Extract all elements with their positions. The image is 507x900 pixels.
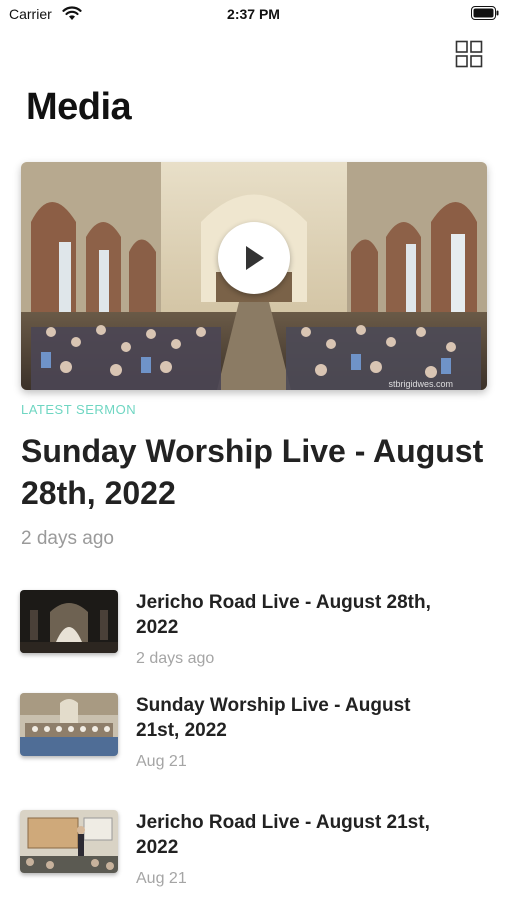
media-date: Aug 21 xyxy=(136,753,187,770)
grid-icon xyxy=(455,40,483,72)
play-button[interactable] xyxy=(218,222,290,294)
status-bar: Carrier 2:37 PM xyxy=(0,0,507,30)
media-date: 2 days ago xyxy=(136,650,215,667)
media-title: Sunday Worship Live - August 21st, 2022 xyxy=(136,695,411,741)
battery-icon xyxy=(471,6,499,20)
media-thumbnail xyxy=(20,693,118,756)
media-list-item[interactable]: Sunday Worship Live - August 21st, 2022 … xyxy=(20,693,490,783)
clock: 2:37 PM xyxy=(227,6,280,22)
media-list-item[interactable]: Jericho Road Live - August 21st, 2022 Au… xyxy=(20,810,490,900)
video-watermark: stbrigidwes.com xyxy=(388,379,453,389)
featured-title[interactable]: Sunday Worship Live - August 28th, 2022 xyxy=(21,430,491,514)
media-thumbnail xyxy=(20,590,118,653)
page-title: Media xyxy=(26,86,132,128)
media-date: Aug 21 xyxy=(136,870,187,887)
media-list-item[interactable]: Jericho Road Live - August 28th, 2022 2 … xyxy=(20,590,490,680)
media-thumbnail xyxy=(20,810,118,873)
latest-sermon-label: LATEST SERMON xyxy=(21,402,137,417)
featured-video-thumbnail[interactable]: stbrigidwes.com xyxy=(21,162,487,390)
media-title: Jericho Road Live - August 21st, 2022 xyxy=(136,812,430,858)
media-title: Jericho Road Live - August 28th, 2022 xyxy=(136,592,431,638)
grid-view-button[interactable] xyxy=(455,40,483,68)
featured-date: 2 days ago xyxy=(21,528,114,549)
play-icon xyxy=(246,246,264,270)
